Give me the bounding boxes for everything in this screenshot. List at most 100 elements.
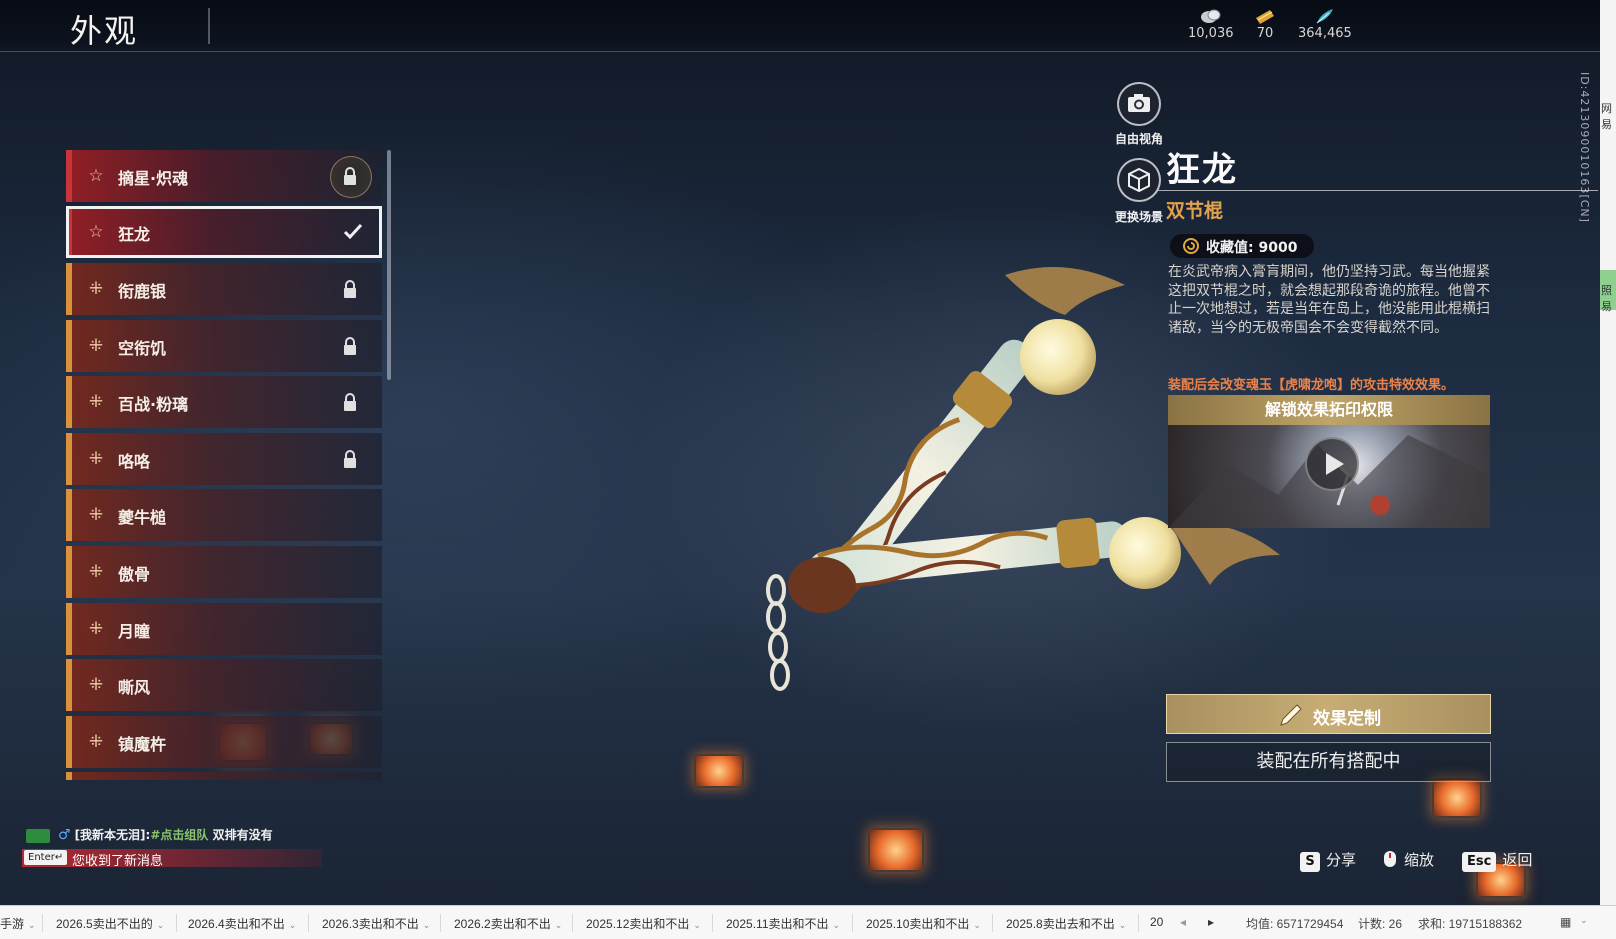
chevron-down-icon: ⌄ [28, 920, 36, 930]
cross-ornament-icon: ⁜ [88, 505, 104, 525]
zoom-label: 缩放 [1404, 851, 1435, 869]
chevron-down-icon: ⌄ [422, 920, 431, 930]
check-icon [343, 223, 363, 240]
zoom-hotkey[interactable]: 缩放 [1380, 849, 1434, 870]
chevron-down-icon: ⌄ [832, 920, 841, 930]
gold-ticket-icon [1256, 10, 1274, 24]
sheet-tab[interactable]: 20 [1150, 915, 1163, 929]
sheet-tab[interactable]: 手游 ⌄ [0, 915, 36, 932]
list-item[interactable]: ⁜ 咯咯 [66, 433, 382, 485]
currency-ticket[interactable]: 70 [1254, 8, 1276, 41]
share-label: 分享 [1326, 851, 1357, 869]
currency-value: 364,465 [1298, 26, 1352, 41]
currency-silver[interactable]: 10,036 [1188, 8, 1234, 41]
sheet-tab[interactable]: 2025.11卖出和不出 ⌄ [726, 915, 840, 932]
sheet-tab[interactable]: 2025.8卖出去和不出 ⌄ [1006, 915, 1126, 932]
play-button[interactable] [1305, 437, 1359, 491]
cross-ornament-icon: ⁜ [88, 449, 104, 469]
cube-icon [1128, 167, 1150, 193]
item-label: 百战·粉璃 [118, 395, 189, 414]
list-item[interactable]: ⁜ 月瞳 [66, 603, 382, 655]
cross-ornament-icon: ⁜ [88, 279, 104, 299]
item-label: 衔鹿银 [118, 282, 167, 301]
lock-icon [344, 337, 356, 355]
list-item[interactable]: ⁜ 嘶风 [66, 659, 382, 711]
team-channel-icon [26, 828, 50, 843]
new-message-notice[interactable]: Enter↵ 您收到了新消息 [22, 849, 322, 869]
tab-divider [440, 914, 441, 932]
change-scene-button[interactable] [1117, 158, 1161, 202]
unlock-effect-header: 解锁效果拓印权限 [1168, 395, 1490, 425]
tab-scroll-left-icon[interactable]: ◂ [1180, 915, 1186, 929]
lock-icon [344, 280, 356, 298]
page-title: 外观 [70, 12, 139, 50]
lock-icon [344, 167, 356, 185]
share-hotkey[interactable]: S 分享 [1300, 849, 1356, 872]
chat-message[interactable]: ♂ [我新本无泪]:#点击组队 双排有没有 [26, 826, 273, 843]
sheet-tab[interactable]: 2026.4卖出和不出 ⌄ [188, 915, 296, 932]
game-viewport: 外观 10,036 70 364,465 ID:4213090010163[CN… [0, 0, 1600, 905]
lantern-decoration [694, 754, 744, 788]
tab-divider [42, 914, 43, 932]
share-key: S [1300, 852, 1320, 872]
lock-icon [344, 450, 356, 468]
free-camera-button[interactable] [1117, 82, 1161, 126]
list-item-partial[interactable] [66, 772, 382, 780]
item-label: 空衔饥 [118, 339, 167, 358]
spreadsheet-tab-bar: 手游 ⌄ 2026.5卖出不出的 ⌄ 2026.4卖出和不出 ⌄ 2026.3卖出和不… [0, 905, 1616, 939]
chat-team-link[interactable]: #点击组队 [150, 828, 208, 842]
list-item[interactable]: ⁜ 镇魔杵 [66, 716, 382, 768]
tab-scroll-right-icon[interactable]: ▸ [1208, 915, 1214, 929]
avg-stat: 均值: 6571729454 [1246, 917, 1344, 931]
currency-value: 70 [1256, 26, 1274, 41]
sheet-tab[interactable]: 2025.12卖出和不出 ⌄ [586, 915, 701, 932]
star-outline-icon: ☆ [88, 166, 104, 186]
list-item[interactable]: ⁜ 夔牛槌 [66, 489, 382, 541]
chevron-down-icon: ⌄ [1118, 920, 1127, 930]
list-item[interactable]: ⁜ 衔鹿银 [66, 263, 382, 315]
list-item[interactable]: ⁜ 空衔饥 [66, 320, 382, 372]
header-divider [208, 8, 210, 44]
background-window-strip: 网易 照易 [1600, 0, 1616, 905]
chevron-down-icon: ⌄ [973, 920, 981, 930]
star-outline-icon: ☆ [88, 222, 104, 242]
sum-stat: 求和: 19715188362 [1418, 917, 1523, 931]
enter-key-hint: Enter↵ [24, 850, 68, 865]
back-label: 返回 [1502, 851, 1533, 869]
sheet-tab[interactable]: 2026.2卖出和不出 ⌄ [454, 915, 562, 932]
list-item-selected[interactable]: ☆ 狂龙 [66, 206, 382, 258]
item-label: 咯咯 [118, 452, 151, 471]
sheet-tab[interactable]: 2026.3卖出和不出 ⌄ [322, 915, 430, 932]
collection-value: 收藏值: 9000 [1206, 240, 1298, 256]
collection-value-badge: 收藏值: 9000 [1170, 234, 1314, 258]
brush-icon [1280, 704, 1302, 726]
currency-feather[interactable]: 364,465 [1298, 8, 1352, 41]
appearance-item-list[interactable]: ☆ 摘星·炽魂 ☆ 狂龙 ⁜ 衔鹿银 ⁜ 空衔饥 ⁜ 百战·粉璃 ⁜ 咯咯 ⁜ … [66, 150, 384, 780]
chevron-down-icon[interactable]: ⌄ [1580, 915, 1588, 926]
sheet-tab[interactable]: 2026.5卖出不出的 ⌄ [56, 915, 164, 932]
list-item[interactable]: ⁜ 傲骨 [66, 546, 382, 598]
item-label: 傲骨 [118, 565, 151, 584]
list-item[interactable]: ⁜ 百战·粉璃 [66, 376, 382, 428]
item-label: 嘶风 [118, 678, 151, 697]
lantern-decoration [868, 828, 924, 872]
back-hotkey[interactable]: Esc 返回 [1462, 849, 1532, 872]
item-label: 月瞳 [118, 622, 151, 641]
collection-coin-icon [1183, 238, 1199, 254]
effect-customize-button[interactable]: 效果定制 [1166, 694, 1491, 734]
grid-view-icon[interactable]: ▦ [1560, 915, 1571, 929]
equip-all-button[interactable]: 装配在所有搭配中 [1166, 742, 1491, 782]
new-message-text: 您收到了新消息 [72, 854, 164, 869]
list-scrollbar[interactable] [387, 150, 391, 380]
tab-divider [308, 914, 309, 932]
tab-divider [992, 914, 993, 932]
tab-divider [852, 914, 853, 932]
male-icon: ♂ [58, 827, 71, 843]
tab-divider [712, 914, 713, 932]
silver-coin-icon [1200, 9, 1221, 23]
lock-icon [344, 393, 356, 411]
list-item[interactable]: ☆ 摘星·炽魂 [66, 150, 382, 202]
sheet-tab[interactable]: 2025.10卖出和不出 ⌄ [866, 915, 981, 932]
equip-effect-note: 装配后会改变魂玉【虎啸龙咆】的攻击特效效果。 [1168, 378, 1455, 393]
item-label: 夔牛槌 [118, 508, 167, 527]
